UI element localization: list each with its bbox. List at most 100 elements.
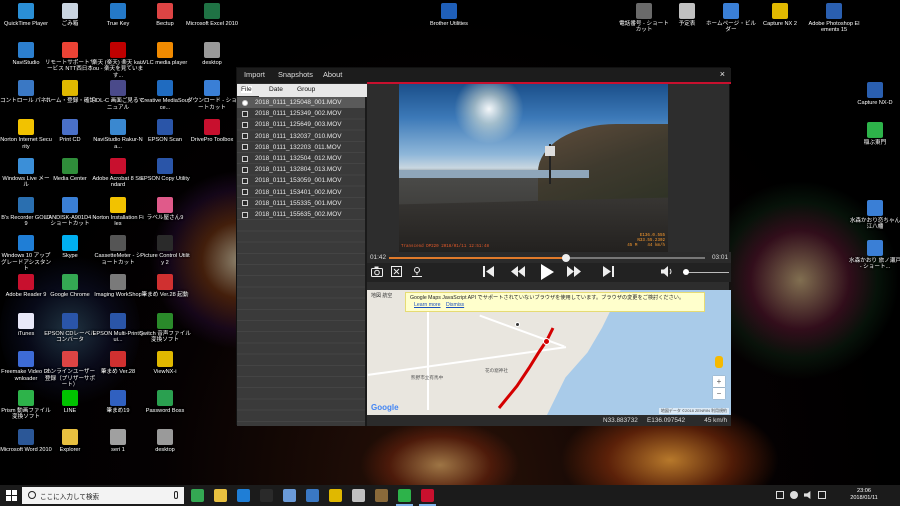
map-panel[interactable]: 地図 航空 Google Maps JavaScript API でサポートされ… xyxy=(367,290,731,415)
file-checkbox[interactable] xyxy=(242,166,248,173)
desktop-shortcut[interactable]: Google Chrome xyxy=(44,273,96,298)
fast-forward-icon[interactable] xyxy=(567,266,581,281)
taskbar-app-folder[interactable] xyxy=(306,489,319,502)
desktop-shortcut[interactable]: LINE xyxy=(44,390,96,414)
file-checkbox[interactable] xyxy=(242,133,248,140)
desktop-shortcut[interactable]: desktop xyxy=(139,428,191,453)
taskbar-app-explorer[interactable] xyxy=(214,489,227,502)
desktop-shortcut[interactable]: seri 1 xyxy=(92,428,144,453)
file-checkbox[interactable] xyxy=(242,211,248,218)
taskbar-app-drivepro[interactable] xyxy=(419,489,436,506)
desktop-shortcut[interactable]: Media Center xyxy=(44,157,96,182)
desktop-shortcut[interactable]: 水森かおり 旅ノ瀬戸 - ショート... xyxy=(849,240,900,271)
ime-icon[interactable] xyxy=(818,491,826,499)
desktop-shortcut[interactable]: 筆まめ Ver.28 起動 xyxy=(139,273,191,298)
file-checkbox[interactable] xyxy=(242,155,248,162)
desktop-shortcut[interactable]: ホームページ・ビルダー xyxy=(705,3,757,34)
desktop-shortcut[interactable]: Print CD xyxy=(44,119,96,143)
desktop-shortcut[interactable]: Bectup xyxy=(139,3,191,27)
file-row[interactable]: 2018_0111_153401_002.MOV xyxy=(237,187,365,198)
menu-import[interactable]: Import xyxy=(244,70,265,79)
volume-handle[interactable] xyxy=(683,269,689,275)
desktop-shortcut[interactable]: Norton Installation Files xyxy=(92,196,144,228)
desktop-shortcut[interactable]: 稲ぶ東門 xyxy=(849,122,900,146)
microphone-icon[interactable] xyxy=(174,491,178,499)
taskbar-app-media[interactable] xyxy=(375,489,388,502)
desktop-shortcut[interactable]: ごみ箱 xyxy=(44,3,96,27)
dismiss-link[interactable]: Dismiss xyxy=(446,302,464,308)
file-row[interactable]: 2018_0111_132203_011.MOV xyxy=(237,142,365,153)
file-row[interactable]: 2018_0111_125048_001.MOV xyxy=(237,97,365,109)
zoom-out-button[interactable]: − xyxy=(713,388,725,399)
file-row[interactable]: 2018_0111_132804_013.MOV xyxy=(237,164,365,175)
tab-group[interactable]: Group xyxy=(297,86,315,93)
desktop-shortcut[interactable]: 筆まめ19 xyxy=(92,390,144,414)
seek-track[interactable] xyxy=(389,254,705,262)
volume-slider[interactable] xyxy=(683,272,729,273)
location-marker[interactable] xyxy=(515,322,520,327)
desktop-shortcut[interactable]: desktop xyxy=(186,41,238,66)
desktop-shortcut[interactable]: NaviStudio Rakur-Na... xyxy=(92,119,144,150)
file-row[interactable]: 2018_0111_153059_001.MOV xyxy=(237,175,365,186)
desktop-shortcut[interactable]: 楽天 (楽天) 楽天 kaizou - 楽天を見ています... xyxy=(92,41,144,79)
system-clock[interactable]: 23:06 2018/01/11 xyxy=(844,488,884,502)
desktop-shortcut[interactable]: CassetteMeter - ショートカット xyxy=(92,235,144,266)
desktop-shortcut[interactable]: ViewNX-i xyxy=(139,351,191,375)
taskbar-app-navistudio[interactable] xyxy=(396,489,413,506)
desktop-shortcut[interactable]: Microsoft Excel 2010 xyxy=(186,3,238,27)
current-position-pin[interactable] xyxy=(543,338,550,345)
taskbar-app-capture-nx[interactable] xyxy=(260,489,273,502)
desktop-shortcut[interactable]: Creative MediaSource... xyxy=(139,80,191,111)
seek-handle[interactable] xyxy=(561,254,570,262)
video-frame[interactable]: Transcend DP220 2018/01/11 12:51:48 E136… xyxy=(399,84,668,252)
desktop-shortcut[interactable]: Skype xyxy=(44,235,96,259)
desktop-shortcut[interactable]: EPSON Scan xyxy=(139,119,191,143)
desktop-shortcut[interactable]: Switch 音声ファイル変換ソフト xyxy=(139,312,191,344)
file-row[interactable]: 2018_0111_125649_003.MOV xyxy=(237,119,365,130)
desktop-shortcut[interactable]: EPSON CDレーベルコンバータ xyxy=(44,312,96,344)
desktop-shortcut[interactable]: Explorer xyxy=(44,428,96,453)
desktop-shortcut[interactable]: VLC media player xyxy=(139,41,191,66)
fullscreen-icon[interactable] xyxy=(391,266,402,281)
menu-about[interactable]: About xyxy=(323,70,342,79)
windows-start-icon[interactable] xyxy=(6,490,17,501)
desktop-shortcut[interactable]: LANDISK-A901D4 - ショートカット xyxy=(44,196,96,228)
close-button[interactable]: × xyxy=(720,69,725,79)
desktop-shortcut[interactable]: EPSON Copy Utility xyxy=(139,157,191,182)
menu-snapshots[interactable]: Snapshots xyxy=(278,70,313,79)
file-row[interactable]: 2018_0111_132504_012.MOV xyxy=(237,153,365,164)
taskbar-app-viewnx[interactable] xyxy=(329,489,342,502)
notification-icon[interactable] xyxy=(776,491,784,499)
camera-icon[interactable] xyxy=(371,266,383,281)
desktop-shortcut[interactable]: Adobe Photoshop Elements 15 xyxy=(808,3,860,34)
file-row[interactable]: 2018_0111_125349_002.MOV xyxy=(237,108,365,119)
desktop-shortcut[interactable]: ダウンロード - ショートカット xyxy=(186,80,238,111)
file-checkbox[interactable] xyxy=(242,200,248,207)
file-row[interactable]: 2018_0111_155635_002.MOV xyxy=(237,209,365,220)
volume-icon[interactable] xyxy=(661,266,675,281)
desktop-shortcut[interactable]: 筆まめ Ver.28 xyxy=(92,351,144,375)
desktop-shortcut[interactable]: DrivePro Toolbox xyxy=(186,119,238,143)
file-checkbox[interactable] xyxy=(242,110,248,117)
tab-date[interactable]: Date xyxy=(269,86,283,93)
speaker-icon[interactable] xyxy=(804,491,811,499)
file-checkbox[interactable] xyxy=(242,99,248,106)
desktop-shortcut[interactable]: Capture NX 2 xyxy=(754,3,806,27)
desktop-shortcut[interactable]: Picture Control Utility 2 xyxy=(139,235,191,266)
desktop-shortcut[interactable]: EPSON Multi-PrintQui... xyxy=(92,312,144,344)
taskbar-search[interactable]: ここに入力して検索 xyxy=(22,487,184,504)
desktop-shortcut[interactable]: Password Boss xyxy=(139,390,191,414)
file-checkbox[interactable] xyxy=(242,144,248,151)
desktop-shortcut[interactable]: オンラインユーザー登録（プリザーサポート） xyxy=(44,351,96,388)
file-checkbox[interactable] xyxy=(242,189,248,196)
skip-next-icon[interactable] xyxy=(603,266,614,281)
taskbar-app-note[interactable] xyxy=(352,489,365,502)
file-checkbox[interactable] xyxy=(242,121,248,128)
skip-previous-icon[interactable] xyxy=(483,266,494,281)
desktop-shortcut[interactable]: Adobe Acrobat 8 Standard xyxy=(92,157,144,189)
file-row[interactable]: 2018_0111_155335_001.MOV xyxy=(237,198,365,209)
desktop-shortcut[interactable]: ホーム・登録・確認 xyxy=(44,80,96,104)
taskbar-app-file[interactable] xyxy=(283,489,296,502)
desktop-shortcut[interactable]: HDL-C 画面ご見るマニュアル xyxy=(92,80,144,111)
file-checkbox[interactable] xyxy=(242,177,248,184)
